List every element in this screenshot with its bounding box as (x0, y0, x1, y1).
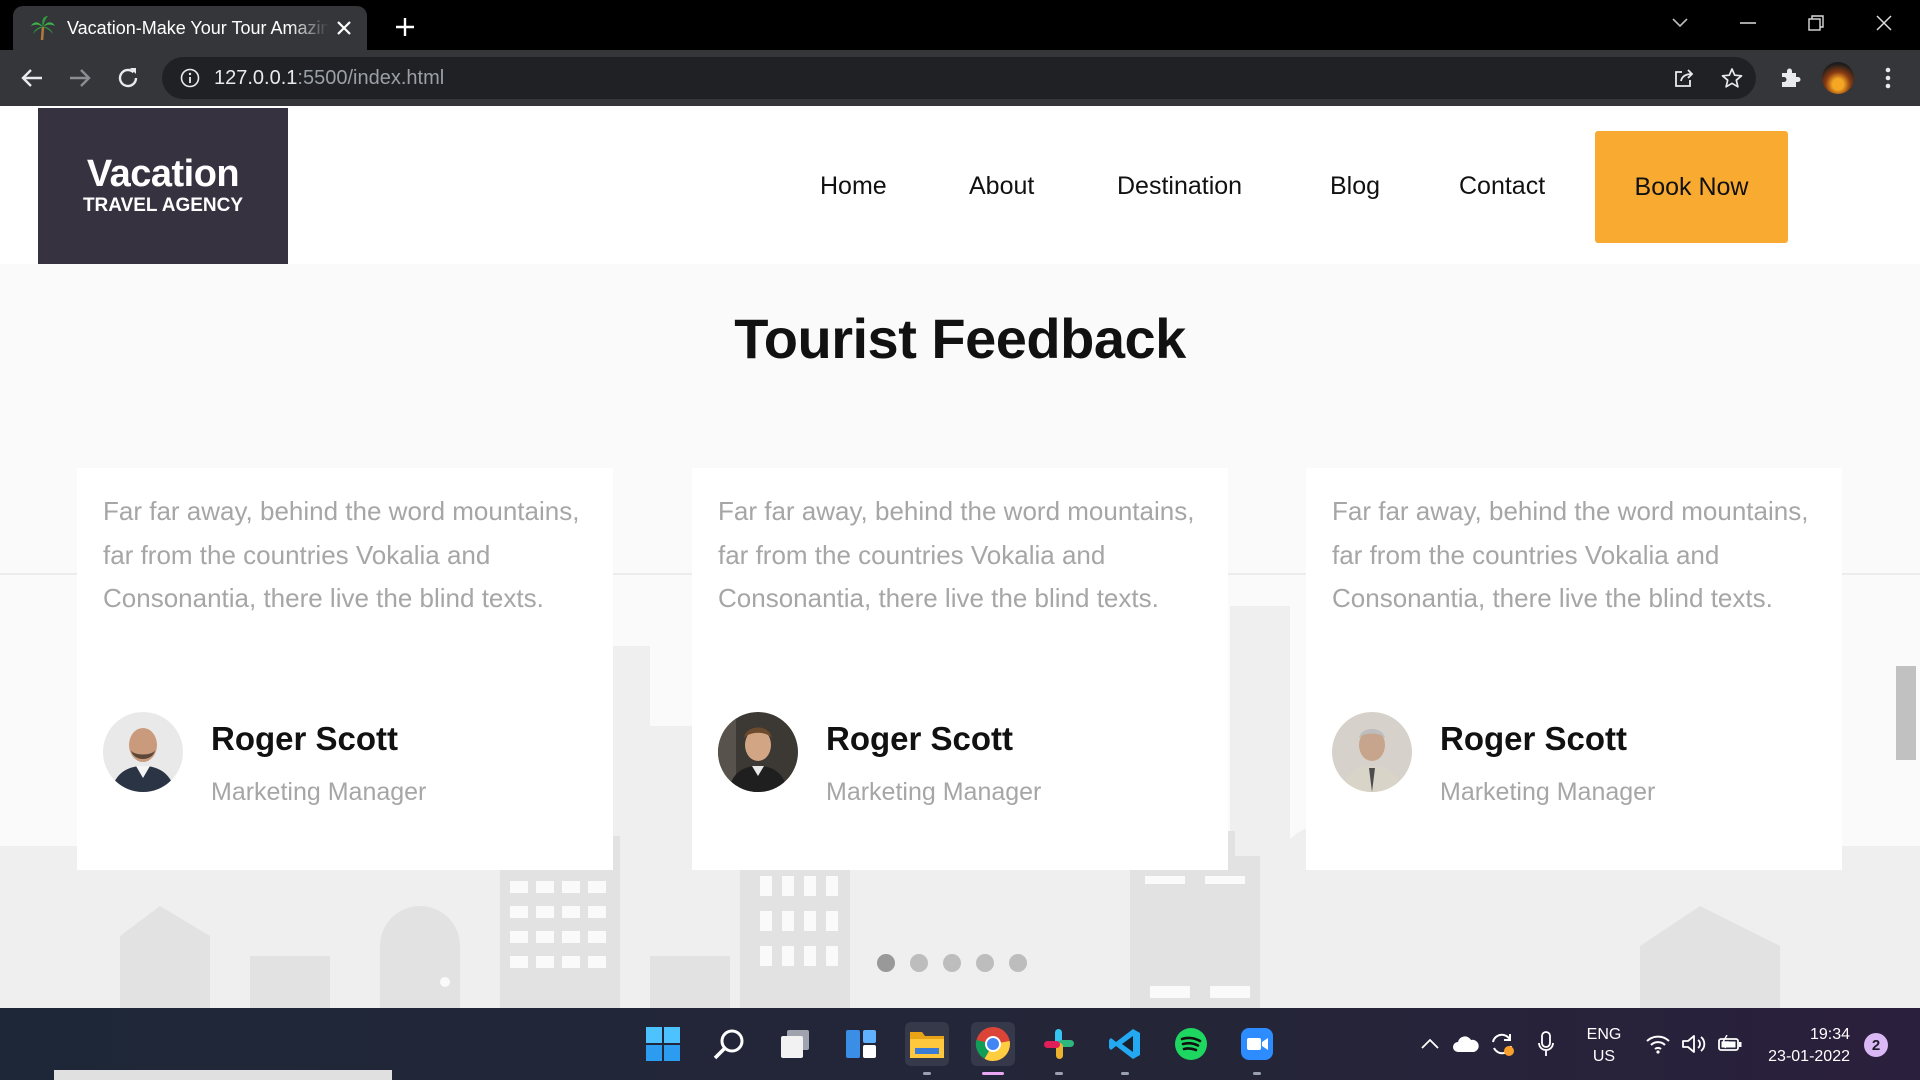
carousel-dot[interactable] (910, 954, 928, 972)
palm-tree-icon (29, 14, 57, 42)
avatar (103, 712, 183, 792)
section-heading: Tourist Feedback (734, 307, 1186, 370)
testimonial-text: Far far away, behind the word mountains,… (718, 496, 1195, 613)
microphone-icon[interactable] (1532, 1030, 1560, 1058)
zoom-icon[interactable] (1235, 1022, 1279, 1075)
wifi-icon[interactable] (1644, 1030, 1672, 1058)
running-indicator (923, 1072, 931, 1075)
extensions-puzzle-icon[interactable] (1774, 62, 1806, 94)
url-text: 127.0.0.1:5500/index.html (214, 67, 444, 90)
notification-badge[interactable]: 2 (1864, 1033, 1888, 1057)
forward-arrow-icon[interactable] (64, 62, 96, 94)
back-arrow-icon[interactable] (16, 62, 48, 94)
window-preview-strip (54, 1070, 392, 1080)
nav-contact[interactable]: Contact (1459, 172, 1545, 201)
chevron-up-icon[interactable] (1416, 1030, 1444, 1058)
running-indicator (982, 1072, 1004, 1075)
nav-home[interactable]: Home (820, 172, 887, 201)
url-host: 127.0.0.1 (214, 66, 298, 89)
more-vertical-icon[interactable] (1872, 62, 1904, 94)
nav-blog[interactable]: Blog (1330, 172, 1380, 201)
share-icon[interactable] (1672, 66, 1696, 90)
language-code: ENG (1586, 1026, 1622, 1043)
carousel-dot[interactable] (976, 954, 994, 972)
reviewer-role: Marketing Manager (1440, 778, 1656, 806)
volume-icon[interactable] (1680, 1030, 1708, 1058)
windows-start-icon[interactable] (641, 1022, 685, 1066)
testimonial-card: Far far away, behind the word mountains,… (1306, 468, 1842, 870)
reviewer-name: Roger Scott (826, 720, 1014, 757)
running-indicator (1253, 1072, 1261, 1075)
restore-icon[interactable] (1796, 8, 1836, 38)
testimonial-card: Far far away, behind the word mountains,… (77, 468, 613, 870)
reviewer-role: Marketing Manager (211, 778, 427, 806)
site-header: Vacation TRAVEL AGENCY Home About Destin… (0, 106, 1920, 264)
testimonial-card: Far far away, behind the word mountains,… (692, 468, 1228, 870)
clock-date: 23-01-2022 (1768, 1048, 1850, 1065)
reviewer-role: Marketing Manager (826, 778, 1042, 806)
sync-icon[interactable] (1488, 1030, 1516, 1058)
browser-toolbar: 127.0.0.1:5500/index.html (0, 50, 1920, 106)
carousel-dot[interactable] (877, 954, 895, 972)
close-window-icon[interactable] (1864, 8, 1904, 38)
bookmark-star-icon[interactable] (1720, 66, 1744, 90)
url-path: :5500/index.html (297, 66, 445, 89)
web-page: Vacation TRAVEL AGENCY Home About Destin… (0, 106, 1920, 1008)
minimize-icon[interactable] (1728, 8, 1768, 38)
vscode-icon[interactable] (1103, 1022, 1147, 1075)
testimonial-text: Far far away, behind the word mountains,… (103, 496, 580, 613)
testimonial-text: Far far away, behind the word mountains,… (1332, 496, 1809, 613)
carousel-dot[interactable] (943, 954, 961, 972)
input-language[interactable]: ENG US (1582, 1024, 1626, 1068)
clock-time: 19:34 (1809, 1026, 1850, 1043)
tab-close-icon[interactable] (333, 17, 355, 39)
spotify-icon[interactable] (1169, 1022, 1213, 1066)
windows-taskbar: ENG US 19:34 23-01-2022 2 (0, 1008, 1920, 1080)
avatar (718, 712, 798, 792)
task-view-icon[interactable] (773, 1022, 817, 1066)
reviewer-name: Roger Scott (211, 720, 399, 757)
nav-about[interactable]: About (969, 172, 1034, 201)
widgets-icon[interactable] (839, 1022, 883, 1066)
carousel-dot[interactable] (1009, 954, 1027, 972)
tab-search-chevron-icon[interactable] (1660, 8, 1700, 38)
logo-subtitle: TRAVEL AGENCY (82, 195, 244, 216)
nav-destination[interactable]: Destination (1117, 172, 1242, 201)
book-now-button[interactable]: Book Now (1595, 131, 1788, 243)
info-icon[interactable] (178, 66, 202, 90)
logo-title: Vacation (86, 153, 240, 195)
address-bar[interactable]: 127.0.0.1:5500/index.html (162, 57, 1756, 99)
reload-icon[interactable] (112, 62, 144, 94)
running-indicator (1121, 1072, 1129, 1075)
search-icon[interactable] (707, 1022, 751, 1066)
chrome-icon[interactable] (971, 1022, 1015, 1075)
onedrive-cloud-icon[interactable] (1452, 1030, 1480, 1058)
tab-title: Vacation-Make Your Tour Amazing (67, 17, 329, 38)
slack-icon[interactable] (1037, 1022, 1081, 1075)
site-logo[interactable]: Vacation TRAVEL AGENCY (38, 108, 288, 264)
browser-tab[interactable]: Vacation-Make Your Tour Amazing (13, 6, 367, 50)
reviewer-name: Roger Scott (1440, 720, 1628, 757)
running-indicator (1055, 1072, 1063, 1075)
avatar (1332, 712, 1412, 792)
profile-avatar[interactable] (1822, 62, 1854, 94)
region-code: US (1592, 1048, 1616, 1065)
page-scrollbar-thumb[interactable] (1896, 666, 1916, 760)
file-explorer-icon[interactable] (905, 1022, 949, 1075)
browser-tab-bar: Vacation-Make Your Tour Amazing (0, 0, 1920, 50)
carousel-dots (877, 954, 1042, 972)
system-clock[interactable]: 19:34 23-01-2022 (1740, 1024, 1850, 1068)
new-tab-plus-icon[interactable] (390, 12, 420, 42)
